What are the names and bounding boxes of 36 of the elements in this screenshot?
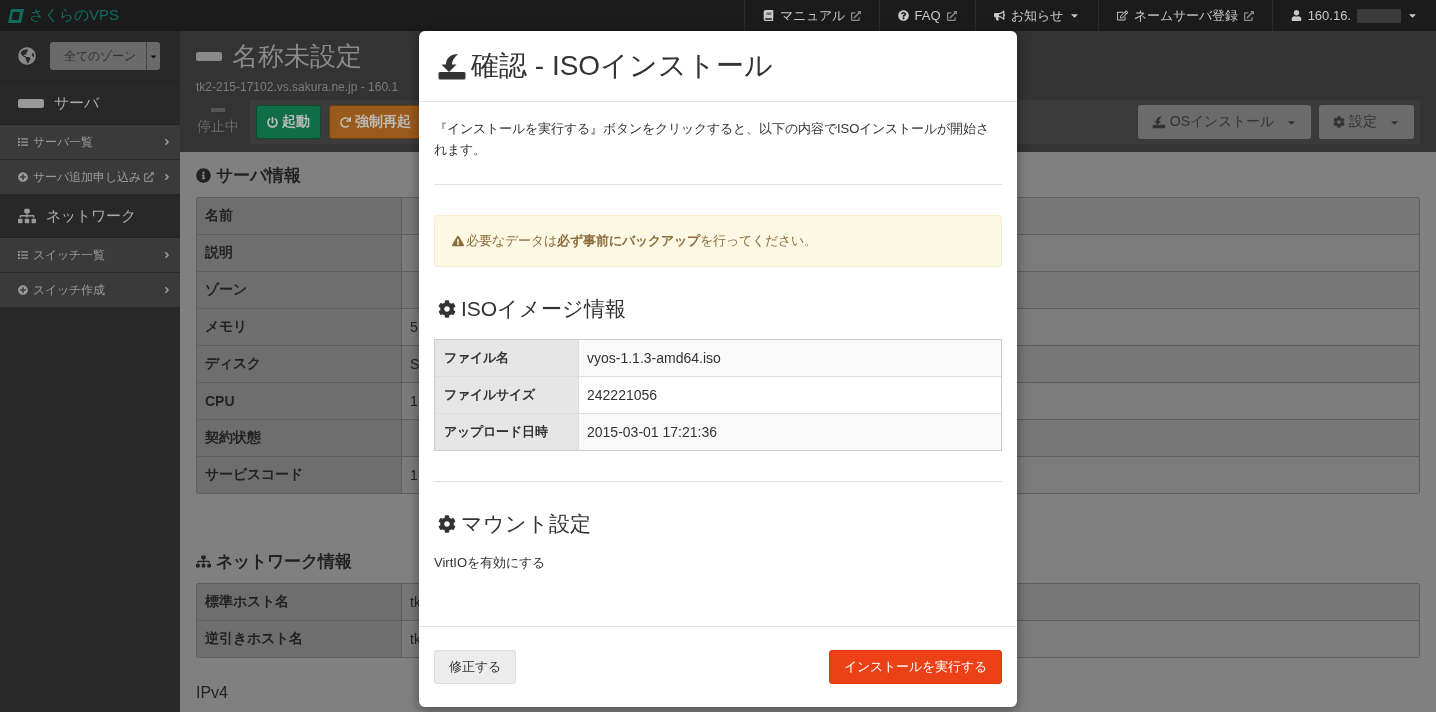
edit-button[interactable]: 修正する — [434, 650, 516, 684]
dialog-message: 『インストールを実行する』ボタンをクリックすると、以下の内容でISOインストールが開始されます。 — [434, 120, 991, 159]
table-label: アップロード日時 — [435, 414, 579, 450]
table-label: CPU — [197, 383, 402, 419]
table-label: 説明 — [197, 235, 402, 271]
section-heading: サーバ情報 — [216, 165, 301, 187]
action-button[interactable]: 強制再起 — [329, 105, 422, 139]
dialog-title: 確認 - ISOインストール — [471, 49, 774, 83]
mount-option-text: VirtIOを有効にする — [434, 554, 546, 572]
server-title: 名称未設定 — [232, 40, 362, 73]
table-label: ディスク — [197, 346, 402, 382]
table-label: ファイルサイズ — [435, 377, 579, 413]
logo-text: さくらのVPS — [29, 6, 119, 25]
sidebar-item[interactable]: サーバ追加申し込み — [0, 160, 180, 195]
table-label: ゾーン — [197, 272, 402, 308]
table-label: 逆引きホスト名 — [197, 621, 402, 657]
sidebar-item[interactable]: スイッチ一覧 — [0, 238, 180, 273]
hostname: tk2-215-17102.vs.sakura.ne.jp - 160.1 — [196, 80, 400, 94]
section-heading: ネットワーク情報 — [216, 551, 352, 573]
sidebar-item[interactable]: スイッチ作成 — [0, 273, 180, 308]
table-label: サービスコード — [197, 457, 402, 493]
action-button[interactable]: 起動 — [256, 105, 321, 139]
table-cell: 2015-03-01 17:21:36 — [579, 414, 1001, 450]
table-label: 名前 — [197, 198, 402, 234]
table-label: 契約状態 — [197, 420, 402, 456]
table-cell: vyos-1.1.3-amd64.iso — [579, 340, 1001, 376]
warning-text: 必要なデータは必ず事前にバックアップを行ってください。 — [466, 232, 817, 250]
install-button[interactable]: インストールを実行する — [829, 650, 1002, 684]
section-heading: IPv4 — [196, 684, 229, 702]
table-label: メモリ — [197, 309, 402, 345]
sidebar-heading: サーバ — [54, 93, 99, 113]
sidebar-heading: ネットワーク — [46, 206, 136, 226]
table-label: 標準ホスト名 — [197, 584, 402, 620]
sidebar-item[interactable]: サーバ一覧 — [0, 125, 180, 160]
dialog-section-heading: マウント設定 — [461, 511, 591, 537]
table-label: ファイル名 — [435, 340, 579, 376]
